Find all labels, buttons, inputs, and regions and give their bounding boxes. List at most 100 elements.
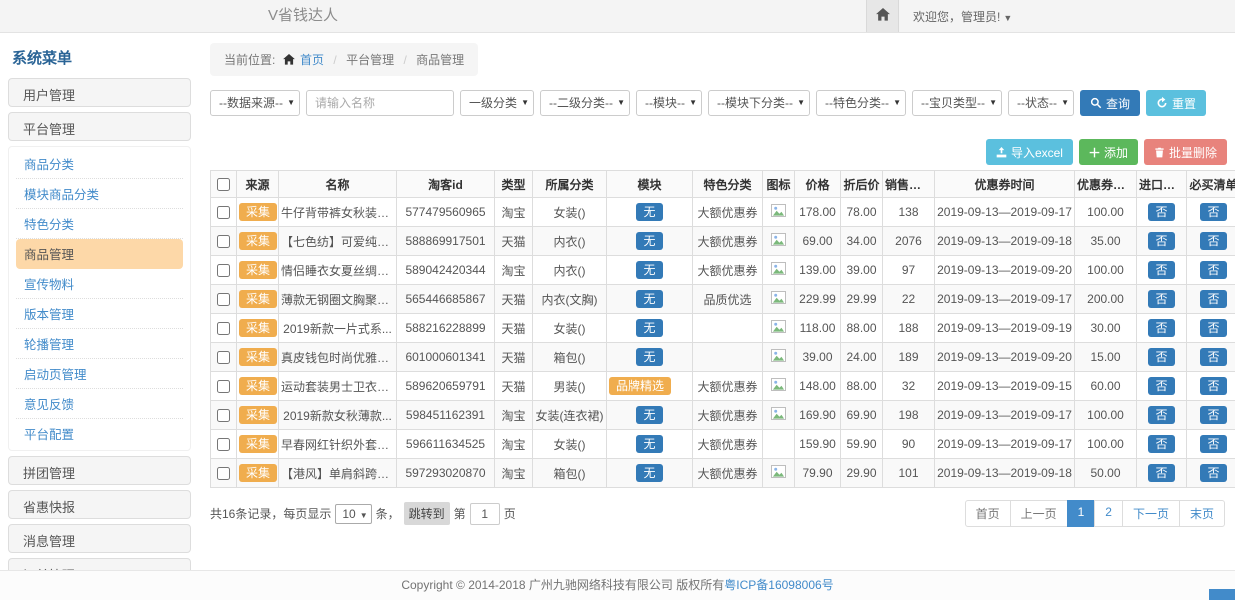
name-search-input[interactable]: [306, 90, 454, 116]
filter-select[interactable]: --模块--▼: [636, 90, 702, 116]
imported-toggle[interactable]: 否: [1148, 348, 1174, 366]
imported-toggle[interactable]: 否: [1148, 377, 1174, 395]
row-select-cell: [211, 314, 237, 343]
sidebar-item[interactable]: 版本管理: [16, 299, 183, 329]
page-button[interactable]: 下一页: [1122, 500, 1180, 527]
filter-select[interactable]: --数据来源--▼: [210, 90, 300, 116]
imported-toggle[interactable]: 否: [1148, 406, 1174, 424]
sidebar-item[interactable]: 特色分类: [16, 209, 183, 239]
icon-cell: [763, 256, 795, 285]
must-buy-toggle[interactable]: 否: [1200, 261, 1226, 279]
must-buy-toggle[interactable]: 否: [1200, 203, 1226, 221]
module-badge[interactable]: 无: [636, 435, 662, 453]
row-checkbox[interactable]: [217, 351, 230, 364]
imported-toggle[interactable]: 否: [1148, 435, 1174, 453]
sales-cell: 97: [883, 256, 935, 285]
module-badge[interactable]: 无: [636, 232, 662, 250]
module-badge[interactable]: 无: [636, 203, 662, 221]
imported-toggle[interactable]: 否: [1148, 319, 1174, 337]
sidebar-item[interactable]: 轮播管理: [16, 329, 183, 359]
imported-toggle[interactable]: 否: [1148, 261, 1174, 279]
sidebar-section[interactable]: 省惠快报: [8, 490, 191, 519]
product-name-cell: 薄款无钢圈文胸聚拢性...: [279, 285, 397, 314]
imported-toggle[interactable]: 否: [1148, 290, 1174, 308]
page-button[interactable]: 2: [1094, 500, 1123, 527]
module-badge[interactable]: 无: [636, 319, 662, 337]
column-header: 必买清单: [1187, 171, 1235, 198]
sidebar-section[interactable]: 用户管理: [8, 78, 191, 107]
imported-toggle[interactable]: 否: [1148, 203, 1174, 221]
page-button[interactable]: 上一页: [1010, 500, 1068, 527]
search-button[interactable]: 查询: [1080, 90, 1140, 116]
imported-toggle[interactable]: 否: [1148, 232, 1174, 250]
table-row: 采集2019新款女秋薄款...598451162391淘宝女装(连衣裙)无大额优…: [211, 401, 1235, 430]
page-number-input[interactable]: [470, 503, 500, 525]
sidebar-item[interactable]: 启动页管理: [16, 359, 183, 389]
page-button[interactable]: 首页: [965, 500, 1011, 527]
filter-select[interactable]: --二级分类--▼: [540, 90, 630, 116]
batch-delete-button[interactable]: 批量删除: [1144, 139, 1227, 165]
filter-select[interactable]: --宝贝类型--▼: [912, 90, 1002, 116]
row-checkbox[interactable]: [217, 322, 230, 335]
row-checkbox[interactable]: [217, 264, 230, 277]
reset-button[interactable]: 重置: [1146, 90, 1206, 116]
sidebar-item[interactable]: 平台配置: [16, 419, 183, 448]
back-to-top-button[interactable]: [1209, 589, 1235, 600]
taoke-id-cell: 565446685867: [397, 285, 495, 314]
filter-select[interactable]: --状态--▼: [1008, 90, 1074, 116]
row-checkbox[interactable]: [217, 293, 230, 306]
sidebar-item[interactable]: 模块商品分类: [16, 179, 183, 209]
import-excel-button[interactable]: 导入excel: [986, 139, 1073, 165]
breadcrumb-separator: /: [333, 53, 336, 67]
jump-button[interactable]: 跳转到: [404, 502, 450, 525]
filter-select[interactable]: 一级分类▼: [460, 90, 534, 116]
source-cell: 采集: [237, 430, 279, 459]
user-menu[interactable]: 欢迎您，管理员!▼: [913, 8, 1012, 25]
sidebar-section[interactable]: 平台管理: [8, 112, 191, 141]
row-checkbox[interactable]: [217, 380, 230, 393]
sidebar-section[interactable]: 订单管理: [8, 558, 191, 570]
row-checkbox[interactable]: [217, 409, 230, 422]
coupon-time-cell: 2019-09-13—2019-09-17: [935, 198, 1075, 227]
select-all-checkbox[interactable]: [217, 178, 230, 191]
sidebar-item[interactable]: 商品分类: [16, 149, 183, 179]
taoke-id-cell: 596611634525: [397, 430, 495, 459]
filter-select[interactable]: --特色分类--▼: [816, 90, 906, 116]
sidebar-item[interactable]: 商品管理: [16, 239, 183, 269]
sidebar-section[interactable]: 拼团管理: [8, 456, 191, 485]
filter-select[interactable]: --模块下分类--▼: [708, 90, 810, 116]
must-buy-toggle[interactable]: 否: [1200, 406, 1226, 424]
pagination-bar: 共16条记录，每页显示 10▼ 条， 跳转到 第 页 首页上一页12下一页末页: [210, 500, 1227, 527]
breadcrumb-home-link[interactable]: 首页: [300, 53, 324, 67]
per-page-select[interactable]: 10▼: [335, 504, 371, 524]
page-button[interactable]: 1: [1067, 500, 1096, 527]
must-buy-toggle[interactable]: 否: [1200, 348, 1226, 366]
row-checkbox[interactable]: [217, 206, 230, 219]
must-buy-toggle[interactable]: 否: [1200, 435, 1226, 453]
caret-down-icon: ▼: [360, 511, 368, 520]
sidebar-section[interactable]: 消息管理: [8, 524, 191, 553]
coupon-time-cell: 2019-09-13—2019-09-17: [935, 285, 1075, 314]
module-badge[interactable]: 无: [636, 348, 662, 366]
add-button[interactable]: 添加: [1079, 139, 1138, 165]
row-checkbox[interactable]: [217, 438, 230, 451]
must-buy-toggle[interactable]: 否: [1200, 290, 1226, 308]
imported-toggle[interactable]: 否: [1148, 464, 1174, 482]
source-badge: 采集: [239, 319, 277, 337]
module-badge[interactable]: 无: [636, 261, 662, 279]
module-badge[interactable]: 无: [636, 464, 662, 482]
icp-link[interactable]: 粤ICP备16098006号: [724, 578, 833, 592]
must-buy-toggle[interactable]: 否: [1200, 464, 1226, 482]
module-badge[interactable]: 无: [636, 406, 662, 424]
sidebar-item[interactable]: 意见反馈: [16, 389, 183, 419]
must-buy-toggle[interactable]: 否: [1200, 319, 1226, 337]
sidebar-item[interactable]: 宣传物料: [16, 269, 183, 299]
must-buy-toggle[interactable]: 否: [1200, 232, 1226, 250]
row-checkbox[interactable]: [217, 467, 230, 480]
home-button[interactable]: [866, 0, 899, 32]
module-badge[interactable]: 无: [636, 290, 662, 308]
table-row: 采集早春网红针织外套女春...596611634525淘宝女装()无大额优惠券1…: [211, 430, 1235, 459]
page-button[interactable]: 末页: [1179, 500, 1225, 527]
row-checkbox[interactable]: [217, 235, 230, 248]
must-buy-toggle[interactable]: 否: [1200, 377, 1226, 395]
